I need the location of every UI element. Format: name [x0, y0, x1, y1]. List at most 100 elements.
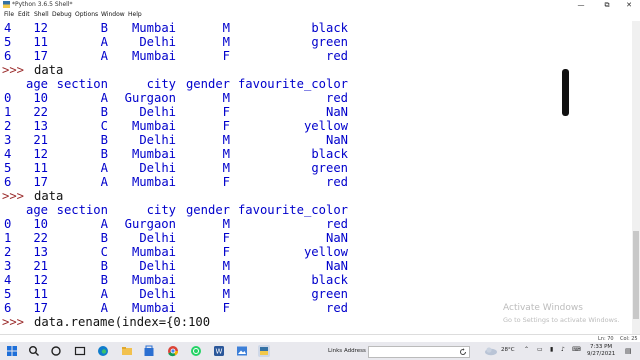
- table-cell: 6: [4, 301, 12, 315]
- scrollbar-thumb[interactable]: [633, 231, 639, 319]
- table-cell: M: [222, 259, 230, 273]
- command-line: >>> data: [0, 189, 600, 203]
- table-cell: NaN: [325, 259, 348, 273]
- table-cell: 12: [33, 273, 48, 287]
- weather-temperature[interactable]: 28°C: [501, 347, 515, 353]
- menu-window[interactable]: Window: [101, 10, 125, 20]
- table-cell: Mumbai: [131, 245, 176, 259]
- table-cell: A: [100, 217, 108, 231]
- table-cell: red: [325, 301, 348, 315]
- table-row: 5 11 A Delhi Mgreen: [0, 161, 600, 175]
- notification-icon[interactable]: ▤: [625, 347, 632, 355]
- menu-edit[interactable]: Edit: [18, 10, 30, 20]
- windows-start-icon[interactable]: [6, 345, 18, 357]
- menu-debug[interactable]: Debug: [52, 10, 72, 20]
- menu-help[interactable]: Help: [128, 10, 142, 20]
- vertical-scrollbar[interactable]: [632, 21, 640, 334]
- clock-date[interactable]: 9/27/2021: [587, 351, 615, 357]
- table-cell: M: [222, 35, 230, 49]
- table-cell: green: [311, 35, 348, 49]
- close-button[interactable]: ✕: [618, 0, 640, 10]
- file-explorer-icon[interactable]: [121, 345, 133, 357]
- column-header: gender: [185, 77, 230, 91]
- column-header: age: [25, 203, 48, 217]
- table-cell: red: [325, 49, 348, 63]
- refresh-icon[interactable]: [459, 348, 467, 356]
- battery-icon[interactable]: ▮: [550, 346, 553, 353]
- table-cell: 22: [33, 105, 48, 119]
- shell-output[interactable]: 4 12 B Mumbai Mblack 5 11 A Delhi Mgreen 6 17 A Mumba…: [0, 21, 632, 334]
- table-cell: B: [100, 133, 108, 147]
- table-cell: NaN: [325, 133, 348, 147]
- table-cell: 11: [33, 35, 48, 49]
- menu-options[interactable]: Options: [75, 10, 98, 20]
- minimize-button[interactable]: —: [570, 0, 592, 10]
- table-cell: 21: [33, 133, 48, 147]
- whatsapp-icon[interactable]: [190, 345, 202, 357]
- table-cell: 21: [33, 259, 48, 273]
- language-icon[interactable]: ⌨: [572, 346, 581, 353]
- table-row: 2 13 C Mumbai Fyellow: [0, 245, 600, 259]
- table-cell: 5: [4, 287, 12, 301]
- python-app-icon: [3, 1, 10, 8]
- table-cell: 0: [4, 217, 12, 231]
- table-cell: Gurgaon: [124, 217, 176, 231]
- table-cell: B: [100, 147, 108, 161]
- table-cell: A: [100, 161, 108, 175]
- title-bar: *Python 3.6.5 Shell* — ⧉ ✕: [0, 0, 640, 10]
- table-row: 3 21 B Delhi M NaN: [0, 133, 600, 147]
- table-cell: 10: [33, 91, 48, 105]
- chrome-icon[interactable]: [167, 345, 179, 357]
- table-cell: 6: [4, 175, 12, 189]
- table-cell: A: [100, 287, 108, 301]
- table-cell: F: [222, 119, 230, 133]
- table-row: 5 11 A Delhi Mgreen: [0, 35, 600, 49]
- table-cell: B: [100, 273, 108, 287]
- search-icon[interactable]: [28, 345, 40, 357]
- table-cell: Delhi: [139, 35, 176, 49]
- word-icon[interactable]: W: [213, 345, 225, 357]
- table-cell: 4: [4, 147, 12, 161]
- window-title: *Python 3.6.5 Shell*: [12, 1, 73, 8]
- table-cell: 4: [4, 21, 12, 35]
- column-header: section: [56, 203, 108, 217]
- svg-text:W: W: [216, 348, 223, 356]
- address-label: Address: [344, 348, 366, 354]
- clock-time[interactable]: 7:33 PM: [590, 344, 612, 350]
- python-idle-icon[interactable]: [258, 345, 270, 357]
- floating-handle[interactable]: [562, 69, 569, 116]
- photos-icon[interactable]: [236, 345, 248, 357]
- menu-bar: File Edit Shell Debug Options Window Hel…: [0, 10, 640, 20]
- table-cell: Delhi: [139, 259, 176, 273]
- table-cell: Mumbai: [131, 175, 176, 189]
- maximize-button[interactable]: ⧉: [596, 0, 618, 10]
- menu-file[interactable]: File: [4, 10, 14, 20]
- table-cell: 2: [4, 119, 12, 133]
- table-cell: A: [100, 301, 108, 315]
- table-cell: M: [222, 217, 230, 231]
- links-label[interactable]: Links: [328, 342, 342, 360]
- task-view-icon[interactable]: [50, 345, 62, 357]
- tray-chevron-icon[interactable]: ⌃: [524, 346, 529, 353]
- table-cell: A: [100, 175, 108, 189]
- table-cell: NaN: [325, 231, 348, 245]
- address-bar-input[interactable]: [368, 346, 470, 358]
- table-cell: B: [100, 231, 108, 245]
- edge-browser-icon[interactable]: [97, 345, 109, 357]
- store-icon[interactable]: [143, 345, 155, 357]
- table-cell: black: [311, 273, 348, 287]
- table-cell: red: [325, 217, 348, 231]
- task-view-icon-2[interactable]: [74, 345, 86, 357]
- table-row: 1 22 B Delhi F NaN: [0, 105, 600, 119]
- activate-windows-title: Activate Windows: [503, 303, 583, 313]
- menu-shell[interactable]: Shell: [34, 10, 49, 20]
- input-text[interactable]: data.rename(index={0:100: [34, 315, 210, 329]
- shell-prompt: >>>: [2, 315, 25, 329]
- table-cell: 6: [4, 49, 12, 63]
- table-cell: 11: [33, 287, 48, 301]
- table-cell: yellow: [303, 245, 348, 259]
- table-cell: 10: [33, 217, 48, 231]
- table-cell: 17: [33, 301, 48, 315]
- speaker-icon[interactable]: ♪: [561, 346, 565, 353]
- network-icon[interactable]: ▭: [537, 346, 543, 353]
